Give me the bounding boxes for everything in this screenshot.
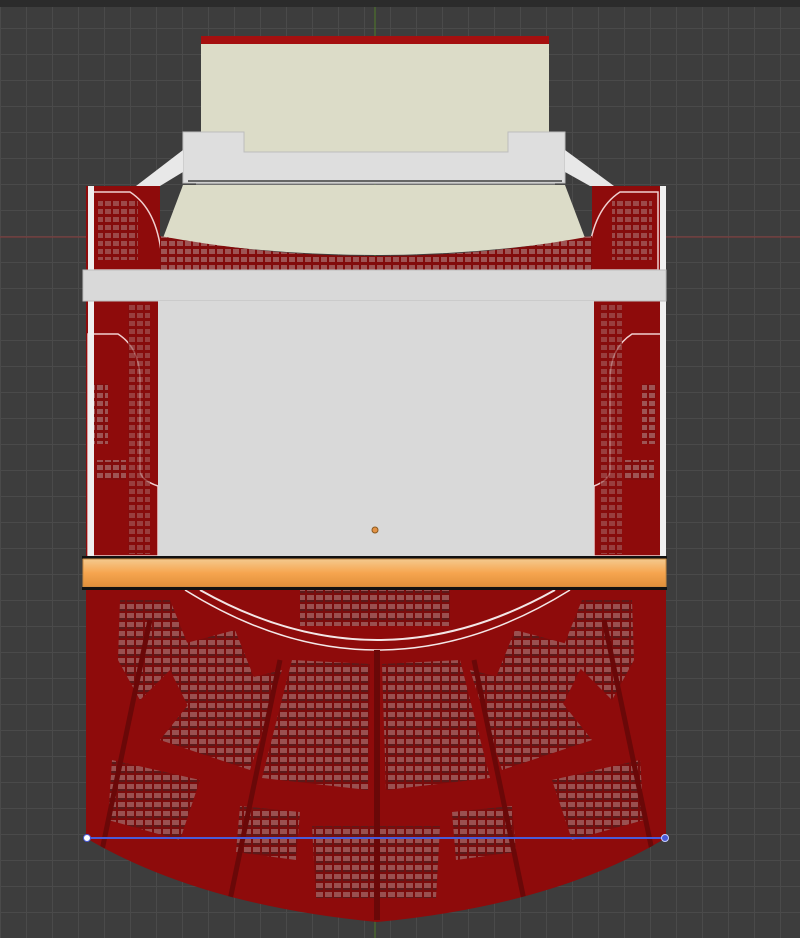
stage-back-wall: [201, 36, 549, 44]
left-box-seats-upper: [98, 200, 138, 260]
right-box-seats-lower-2: [624, 460, 654, 480]
left-box-seats-lower: [94, 384, 108, 444]
right-side-seats: [600, 304, 622, 554]
stage-house[interactable]: [136, 36, 614, 255]
stage-floor[interactable]: [201, 44, 549, 158]
left-side-seats: [128, 304, 150, 554]
3d-viewport[interactable]: [0, 0, 800, 938]
auditorium-bowl[interactable]: [86, 590, 666, 922]
selected-beam[interactable]: [82, 556, 667, 590]
measure-start-handle[interactable]: [83, 834, 91, 842]
right-box-seats-lower: [642, 384, 656, 444]
center-front-seats: [300, 590, 450, 626]
stage-wing-right: [565, 150, 614, 186]
beam-body[interactable]: [82, 558, 667, 588]
measure-end-handle[interactable]: [661, 834, 669, 842]
right-box-seats-upper: [612, 200, 652, 260]
forestage[interactable]: [163, 185, 585, 255]
balcony-slab[interactable]: [158, 301, 594, 557]
balcony-front-rail[interactable]: [82, 269, 667, 302]
stage-wing-left: [136, 150, 183, 186]
object-origin-point[interactable]: [371, 526, 379, 534]
beam-bottom-outline: [82, 587, 667, 590]
left-box-seats-lower-2: [96, 460, 126, 480]
model-canvas[interactable]: [0, 0, 800, 938]
